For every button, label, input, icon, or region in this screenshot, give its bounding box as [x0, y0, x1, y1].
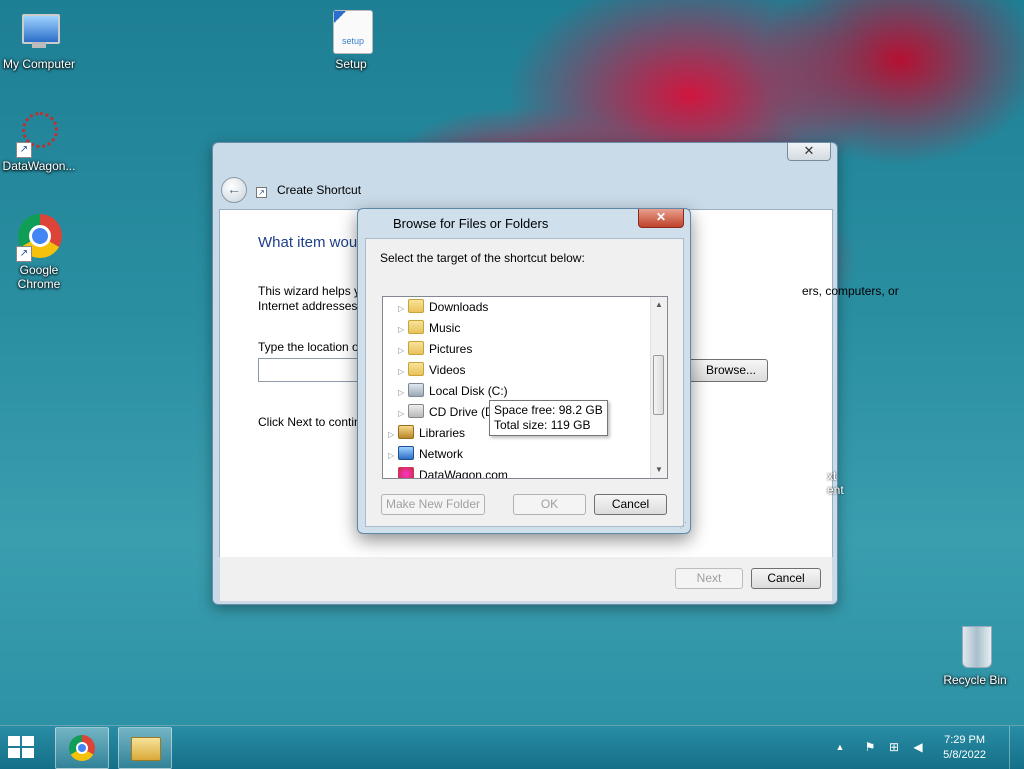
- tree-item-label: Local Disk (C:): [429, 384, 508, 398]
- browse-dialog: Browse for Files or Folders ✕ Select the…: [357, 208, 691, 534]
- expand-arrow-icon[interactable]: ▷: [398, 361, 408, 382]
- window-titlebar: ✕ ← ↗ Create Shortcut: [213, 143, 837, 209]
- expand-arrow-icon[interactable]: ▷: [398, 403, 408, 424]
- shortcut-arrow-icon: ↗: [16, 246, 32, 262]
- scroll-down-arrow-icon[interactable]: ▼: [651, 462, 667, 478]
- network-icon: [398, 446, 414, 460]
- expand-arrow-icon[interactable]: ▷: [398, 340, 408, 361]
- taskbar-chrome-button[interactable]: [55, 727, 109, 769]
- tree-item-videos[interactable]: ▷ Videos: [398, 360, 465, 381]
- folder-icon: [408, 362, 424, 376]
- next-button[interactable]: Next: [675, 568, 743, 589]
- tooltip-space-free: Space free: 98.2 GB: [494, 403, 603, 417]
- dialog-cancel-button[interactable]: Cancel: [594, 494, 667, 515]
- shortcut-wizard-icon: ↗: [256, 187, 267, 198]
- window-close-button[interactable]: ✕: [787, 143, 831, 161]
- continue-instruction: Click Next to contin: [258, 415, 361, 429]
- tree-scrollbar[interactable]: ▲ ▼: [650, 297, 667, 478]
- dialog-title: Browse for Files or Folders: [393, 216, 549, 231]
- tree-item-label: DataWagon.com: [419, 468, 508, 479]
- tree-item-label: Music: [429, 321, 461, 335]
- folder-icon: [408, 299, 424, 313]
- browse-button[interactable]: Browse...: [686, 359, 768, 382]
- dialog-close-button[interactable]: ✕: [638, 209, 684, 228]
- scroll-thumb[interactable]: [653, 355, 664, 415]
- file-explorer-icon: [131, 737, 161, 761]
- make-new-folder-button[interactable]: Make New Folder: [381, 494, 485, 515]
- disk-icon: [408, 383, 424, 397]
- wizard-heading: What item wou: [258, 234, 358, 251]
- volume-muted-icon[interactable]: ◀: [910, 740, 926, 754]
- tree-item-label: Downloads: [429, 300, 489, 314]
- tree-item-music[interactable]: ▷ Music: [398, 318, 460, 339]
- desktop-icon-setup[interactable]: setup Setup: [309, 8, 393, 71]
- show-hidden-icons-icon[interactable]: ▲: [832, 740, 848, 754]
- action-center-icon[interactable]: ⚑: [862, 740, 878, 754]
- cd-icon: [408, 404, 424, 418]
- resize-grip-icon[interactable]: ⋰: [679, 521, 687, 530]
- tree-item-label: Network: [419, 447, 464, 461]
- background-window-text: xt ent: [827, 469, 844, 497]
- location-label: Type the location of: [258, 340, 363, 354]
- folder-icon: [408, 341, 424, 355]
- expand-arrow-icon[interactable]: ▷: [398, 298, 408, 319]
- tree-item-network[interactable]: ▷ Network: [388, 444, 463, 465]
- shortcut-arrow-icon: ↗: [16, 142, 32, 158]
- desktop-icon-label: Recycle Bin: [943, 673, 1007, 687]
- desktop-icon-my-computer[interactable]: My Computer: [0, 8, 81, 71]
- clock-time: 7:29 PM: [944, 734, 986, 746]
- tree-item-label: Videos: [429, 363, 466, 377]
- tree-item-pictures[interactable]: ▷ Pictures: [398, 339, 472, 360]
- chrome-icon: ↗: [16, 214, 62, 262]
- disk-space-tooltip: Space free: 98.2 GB Total size: 119 GB: [489, 400, 608, 436]
- tree-item-downloads[interactable]: ▷ Downloads: [398, 297, 488, 318]
- recycle-bin-icon: [952, 624, 998, 670]
- tree-item-label: Pictures: [429, 342, 473, 356]
- datawagon-logo-icon: ↗: [16, 110, 62, 158]
- expand-arrow-icon[interactable]: ▷: [388, 445, 398, 466]
- network-status-icon[interactable]: ⊞: [886, 740, 902, 754]
- system-tray: ▲ ⚑ ⊞ ◀ 7:29 PM 5/8/2022: [824, 726, 1024, 769]
- tree-item-libraries[interactable]: ▷ Libraries: [388, 423, 465, 444]
- folder-icon: [408, 320, 424, 334]
- wizard-cancel-button[interactable]: Cancel: [751, 568, 821, 589]
- taskbar-clock[interactable]: 7:29 PM 5/8/2022: [943, 733, 986, 763]
- computer-icon: [16, 8, 62, 54]
- show-desktop-button[interactable]: [1009, 726, 1024, 769]
- datawagon-icon: [398, 467, 414, 478]
- clock-date: 5/8/2022: [943, 749, 986, 761]
- expand-arrow-icon[interactable]: ▷: [398, 319, 408, 340]
- tree-item-cd-drive[interactable]: ▷ CD Drive (D: [398, 402, 494, 423]
- tree-item-datawagon[interactable]: DataWagon.com: [388, 465, 508, 479]
- taskbar-file-explorer-button[interactable]: [118, 727, 172, 769]
- dialog-instruction: Select the target of the shortcut below:: [380, 251, 585, 265]
- wizard-description-right: ers, computers, or: [802, 284, 899, 298]
- expand-arrow-icon[interactable]: ▷: [398, 382, 408, 403]
- desktop-icon-datawagon[interactable]: ↗ DataWagon...: [0, 110, 81, 173]
- window-title: Create Shortcut: [277, 183, 362, 197]
- desktop-icon-google-chrome[interactable]: ↗ Google Chrome: [0, 214, 81, 291]
- dialog-body: Select the target of the shortcut below:…: [365, 238, 684, 527]
- library-icon: [398, 425, 414, 439]
- desktop-icon-label: Google Chrome: [17, 263, 61, 291]
- scroll-up-arrow-icon[interactable]: ▲: [651, 297, 667, 313]
- chrome-icon: [69, 735, 95, 761]
- desktop-icon-label: Setup: [335, 57, 367, 71]
- tree-item-label: CD Drive (D: [429, 405, 494, 419]
- tooltip-total-size: Total size: 119 GB: [494, 418, 591, 432]
- tree-item-label: Libraries: [419, 426, 466, 440]
- start-button[interactable]: [8, 736, 38, 760]
- tree-item-local-disk[interactable]: ▷ Local Disk (C:): [398, 381, 508, 402]
- setup-icon: setup: [328, 8, 374, 54]
- folder-tree[interactable]: ▷ Downloads ▷ Music ▷ Pictures ▷ Videos ▷ Loc…: [382, 296, 668, 479]
- expand-arrow-icon[interactable]: ▷: [388, 424, 398, 445]
- desktop-icon-recycle-bin[interactable]: Recycle Bin: [933, 624, 1017, 687]
- back-arrow-icon[interactable]: ←: [221, 177, 247, 203]
- desktop-icon-label: DataWagon...: [2, 159, 76, 173]
- desktop-icon-label: My Computer: [2, 57, 76, 71]
- taskbar: ▲ ⚑ ⊞ ◀ 7:29 PM 5/8/2022: [0, 725, 1024, 769]
- ok-button[interactable]: OK: [513, 494, 586, 515]
